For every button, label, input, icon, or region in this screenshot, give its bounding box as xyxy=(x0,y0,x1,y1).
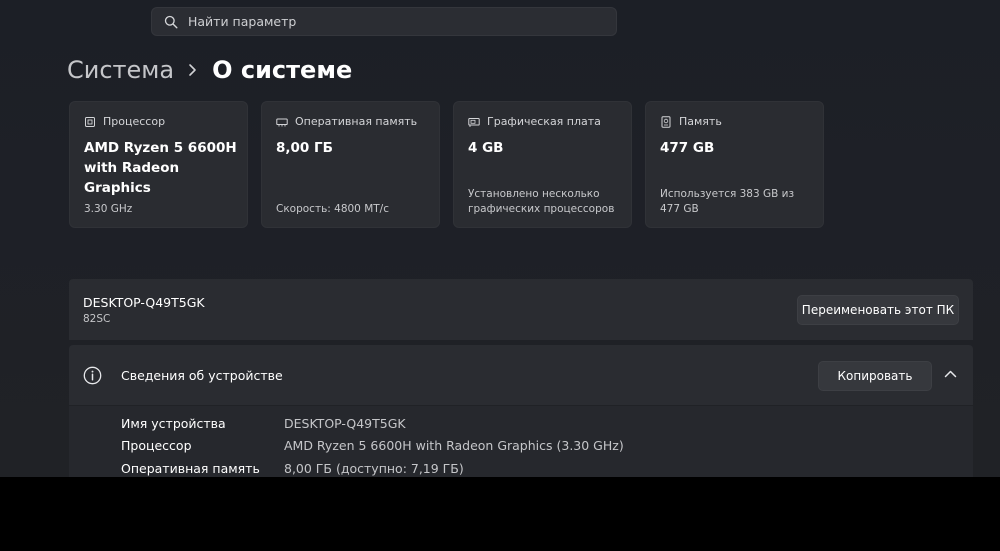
card-label: Процессор xyxy=(103,115,166,128)
page-title: О системе xyxy=(212,56,353,84)
chevron-right-icon xyxy=(189,64,196,76)
card-value: 477 GB xyxy=(660,140,715,156)
breadcrumb: Система О системе xyxy=(67,54,352,86)
card-value: 4 GB xyxy=(468,140,504,156)
device-info-header[interactable]: Сведения об устройстве Копировать xyxy=(69,345,973,405)
storage-icon xyxy=(661,115,671,128)
settings-window: Найти параметр Система О системе Процесс… xyxy=(0,0,1000,477)
spec-card-gpu: Графическая плата 4 GB Установлено неско… xyxy=(453,101,632,228)
card-label: Память xyxy=(679,115,722,128)
ram-icon xyxy=(276,118,288,126)
spec-label: Имя устройства xyxy=(121,416,226,431)
rename-pc-button[interactable]: Переименовать этот ПК xyxy=(797,295,959,325)
spec-card-processor: Процессор AMD Ryzen 5 6600H with Radeon … xyxy=(69,101,248,228)
card-subtext: Скорость: 4800 МТ/с xyxy=(276,203,389,215)
spec-row: Процессор AMD Ryzen 5 6600H with Radeon … xyxy=(69,438,973,458)
spec-card-storage: Память 477 GB Используется 383 GB из 477… xyxy=(645,101,824,228)
card-value: AMD Ryzen 5 6600H with Radeon Graphics xyxy=(84,140,237,196)
spec-label: Оперативная память xyxy=(121,461,260,476)
breadcrumb-parent-link[interactable]: Система xyxy=(67,56,174,84)
device-info-title: Сведения об устройстве xyxy=(121,368,283,383)
card-value: 8,00 ГБ xyxy=(276,140,333,156)
search-icon xyxy=(164,15,178,29)
copy-button[interactable]: Копировать xyxy=(818,361,932,391)
spec-value: AMD Ryzen 5 6600H with Radeon Graphics (… xyxy=(284,438,624,453)
pc-name-panel: DESKTOP-Q49T5GK 82SC Переименовать этот … xyxy=(69,279,973,340)
spec-card-ram: Оперативная память 8,00 ГБ Скорость: 480… xyxy=(261,101,440,228)
spec-row: Оперативная память 8,00 ГБ (доступно: 7,… xyxy=(69,461,973,477)
spec-row: Имя устройства DESKTOP-Q49T5GK xyxy=(69,416,973,436)
info-icon xyxy=(83,366,102,385)
pc-model: 82SC xyxy=(83,313,111,325)
card-label: Графическая плата xyxy=(487,115,601,128)
spec-label: Процессор xyxy=(121,438,192,453)
spec-value: 8,00 ГБ (доступно: 7,19 ГБ) xyxy=(284,461,464,476)
chevron-up-icon[interactable] xyxy=(944,369,957,379)
search-box[interactable]: Найти параметр xyxy=(151,7,617,36)
card-label: Оперативная память xyxy=(295,115,418,128)
card-subtext: Установлено несколько графических процес… xyxy=(468,188,615,215)
card-subtext: Используется 383 GB из 477 GB xyxy=(660,188,795,215)
card-subtext: 3.30 GHz xyxy=(84,203,133,215)
device-info-details: Имя устройства DESKTOP-Q49T5GK Процессор… xyxy=(69,406,973,477)
spec-value: DESKTOP-Q49T5GK xyxy=(284,416,406,431)
pc-name: DESKTOP-Q49T5GK xyxy=(83,295,205,310)
screenshot-bottom-bar xyxy=(0,477,1000,551)
gpu-icon xyxy=(468,117,480,127)
search-placeholder: Найти параметр xyxy=(188,14,297,29)
cpu-icon xyxy=(85,116,95,127)
